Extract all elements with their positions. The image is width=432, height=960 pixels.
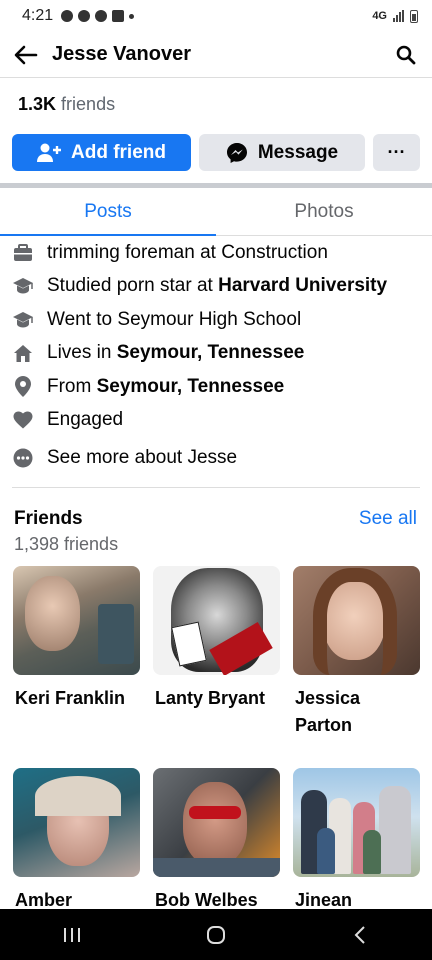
recents-icon	[64, 927, 80, 942]
friends-grid: Keri Franklin Lanty Bryant Jessica Parto…	[0, 566, 432, 960]
messenger-icon	[226, 142, 247, 163]
info-lives-place[interactable]: Seymour, Tennessee	[117, 342, 305, 363]
more-options-label: ···	[387, 142, 406, 162]
friend-photo[interactable]	[13, 768, 140, 877]
info-work: trimming foreman at Construction	[12, 236, 420, 270]
friend-photo[interactable]	[293, 566, 420, 675]
friends-count-number: 1.3K	[18, 94, 57, 114]
battery-icon	[410, 9, 418, 23]
status-time: 4:21	[22, 7, 54, 24]
info-relationship-text: Engaged	[47, 409, 124, 431]
see-more-about-label: See more about Jesse	[47, 447, 238, 468]
signal-icon	[393, 10, 404, 22]
back-button[interactable]	[12, 41, 40, 69]
friend-card[interactable]: Keri Franklin	[13, 566, 140, 768]
profile-header: Jesse Vanover	[0, 32, 432, 78]
graduation-cap-icon	[12, 309, 34, 331]
friend-card[interactable]: Jessica Parton	[293, 566, 420, 768]
info-highschool-text: Went to Seymour High School	[47, 308, 302, 330]
heart-icon	[12, 409, 34, 431]
friend-name[interactable]: Keri Franklin	[13, 685, 140, 768]
friend-name[interactable]: Jessica Parton	[293, 685, 420, 768]
friends-section-header: Friends See all	[0, 488, 432, 530]
add-friend-button[interactable]: Add friend	[12, 134, 191, 171]
messenger-notif-icon	[78, 10, 91, 22]
tab-photos[interactable]: Photos	[216, 188, 432, 235]
message-label: Message	[257, 141, 339, 163]
more-dots-icon	[12, 447, 34, 469]
people-notif-icon	[112, 10, 125, 22]
message-button[interactable]: Message	[199, 134, 365, 171]
info-from-prefix: From	[47, 375, 97, 397]
chevron-left-icon	[354, 925, 365, 944]
messenger-notif-icon	[61, 10, 74, 22]
search-button[interactable]	[392, 41, 420, 69]
info-education-school[interactable]: Harvard University	[218, 275, 387, 296]
friend-card[interactable]: Lanty Bryant	[153, 566, 280, 768]
system-nav-bar	[0, 909, 432, 960]
home-icon	[12, 342, 34, 364]
friends-count-label: friends	[61, 94, 116, 114]
friend-photo[interactable]	[13, 566, 140, 675]
messenger-notif-icon	[95, 10, 108, 22]
back-arrow-icon	[14, 45, 38, 64]
page-title: Jesse Vanover	[52, 43, 191, 65]
intro-list: trimming foreman at Construction Studied…	[0, 236, 432, 479]
dot-icon	[129, 13, 135, 19]
recents-button[interactable]	[42, 915, 102, 955]
info-relationship: Engaged	[12, 404, 420, 438]
info-from-place[interactable]: Seymour, Tennessee	[97, 376, 285, 397]
tab-posts[interactable]: Posts	[0, 188, 216, 236]
home-button[interactable]	[186, 915, 246, 955]
graduation-cap-icon	[12, 275, 34, 297]
info-education-prefix: Studied porn star at	[47, 275, 219, 297]
briefcase-icon	[12, 242, 34, 264]
info-education-college: Studied porn star at Harvard University	[12, 270, 420, 304]
info-lives-prefix: Lives in	[47, 342, 117, 364]
info-education-highschool: Went to Seymour High School	[12, 303, 420, 337]
network-type: 4G	[372, 10, 387, 22]
search-icon	[396, 45, 416, 64]
friends-section-count: 1,398 friends	[14, 534, 119, 554]
see-all-friends-link[interactable]: See all	[359, 508, 417, 530]
info-work-text: trimming foreman at Construction	[47, 241, 328, 263]
friends-section-title: Friends	[14, 508, 83, 529]
friend-photo[interactable]	[153, 566, 280, 675]
add-friend-icon	[37, 143, 61, 162]
back-nav-button[interactable]	[330, 915, 390, 955]
profile-tabs: Posts Photos	[0, 188, 432, 236]
info-from: From Seymour, Tennessee	[12, 370, 420, 404]
friend-photo[interactable]	[153, 768, 280, 877]
see-more-about-button[interactable]: See more about Jesse	[12, 437, 420, 479]
profile-actions: Add friend Message ···	[0, 132, 432, 172]
location-pin-icon	[12, 376, 34, 398]
home-circle-icon	[207, 925, 225, 944]
more-options-button[interactable]: ···	[373, 134, 420, 171]
friend-photo[interactable]	[293, 768, 420, 877]
info-lives-in: Lives in Seymour, Tennessee	[12, 337, 420, 371]
add-friend-label: Add friend	[71, 141, 166, 163]
friend-name[interactable]: Lanty Bryant	[153, 685, 280, 768]
friends-count: 1.3K friends	[0, 78, 432, 132]
status-bar: 4:21 4G	[0, 0, 432, 32]
notification-icons	[61, 10, 135, 22]
